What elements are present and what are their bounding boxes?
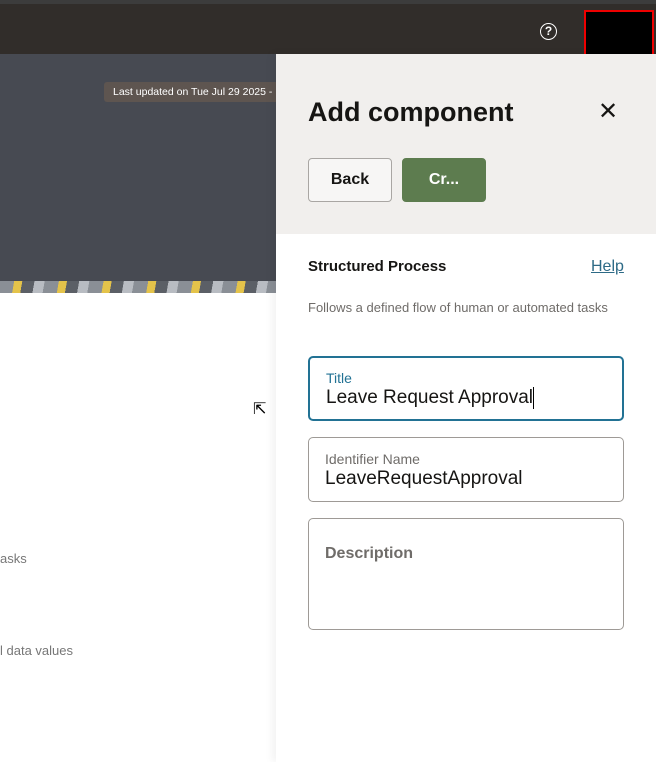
title-field[interactable]: Title Leave Request Approval: [308, 356, 624, 421]
panel-header: Add component ✕ Back Cr...: [276, 54, 656, 234]
last-updated-badge: Last updated on Tue Jul 29 2025 -: [104, 82, 276, 102]
identifier-name-label: Identifier Name: [325, 451, 420, 467]
description-label: Description: [325, 545, 414, 562]
help-link[interactable]: Help: [591, 258, 624, 276]
identifier-name-input[interactable]: LeaveRequestApproval: [325, 468, 523, 490]
section-title: Structured Process: [308, 258, 447, 275]
user-avatar[interactable]: [584, 10, 654, 58]
hero-image-strip: [0, 281, 276, 293]
add-component-panel: Add component ✕ Back Cr... Structured Pr…: [276, 54, 656, 762]
text-caret: [533, 387, 535, 409]
mouse-cursor-icon: ⇱: [253, 401, 267, 418]
background-text: l data values: [0, 643, 73, 658]
title-label: Title: [326, 370, 352, 386]
description-field[interactable]: Description: [308, 518, 624, 630]
panel-title: Add component: [308, 97, 514, 127]
back-button[interactable]: Back: [308, 158, 392, 202]
help-icon[interactable]: ?: [540, 23, 557, 40]
title-input[interactable]: Leave Request Approval: [326, 387, 535, 409]
background-text: asks: [0, 551, 27, 566]
title-value: Leave Request Approval: [326, 387, 534, 409]
top-bar: ?: [0, 4, 656, 58]
identifier-name-field[interactable]: Identifier Name LeaveRequestApproval: [308, 437, 624, 502]
create-button[interactable]: Cr...: [402, 158, 486, 202]
close-icon[interactable]: ✕: [598, 100, 618, 124]
section-description: Follows a defined flow of human or autom…: [308, 300, 608, 315]
